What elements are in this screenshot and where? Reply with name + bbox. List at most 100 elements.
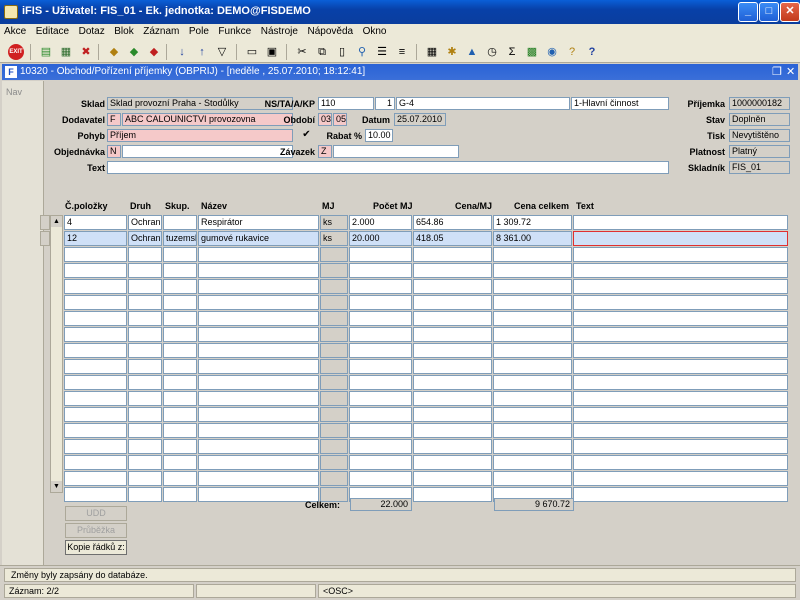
cell-pocet[interactable] — [349, 247, 412, 262]
close-button[interactable]: ✕ — [780, 2, 800, 22]
tools-icon[interactable]: ✱ — [444, 44, 460, 60]
cell-mj[interactable] — [320, 359, 348, 374]
cell-nazev[interactable] — [198, 487, 319, 502]
ns-field[interactable]: 110 — [318, 97, 374, 110]
cell-mj[interactable] — [320, 455, 348, 470]
cell-cena-mj[interactable] — [413, 263, 492, 278]
cell-skup[interactable] — [163, 471, 197, 486]
cell-skup[interactable] — [163, 455, 197, 470]
cell-cena-mj[interactable] — [413, 375, 492, 390]
cut-icon[interactable]: ✂ — [294, 44, 310, 60]
cell-pocet[interactable] — [349, 359, 412, 374]
cell-mj[interactable] — [320, 407, 348, 422]
cell-skup[interactable] — [163, 423, 197, 438]
cell-cislo[interactable]: 12 — [64, 231, 127, 246]
cell-skup[interactable] — [163, 439, 197, 454]
menu-blok[interactable]: Blok — [110, 24, 136, 37]
scroll-up-icon[interactable]: ▲ — [51, 216, 62, 227]
cell-cena-celkem[interactable] — [493, 391, 572, 406]
menu-nastroje[interactable]: Nástroje — [257, 24, 301, 37]
cell-cislo[interactable] — [64, 263, 127, 278]
cell-skup[interactable]: tuzemsk — [163, 231, 197, 246]
udd-button[interactable]: UDD — [65, 506, 127, 521]
cell-druh[interactable]: Ochranr — [128, 215, 162, 230]
cell-cena-celkem[interactable] — [493, 311, 572, 326]
cell-pocet[interactable] — [349, 455, 412, 470]
prijemka-field[interactable]: 1000000182 — [729, 97, 790, 110]
cell-nazev[interactable] — [198, 247, 319, 262]
cell-nazev[interactable] — [198, 407, 319, 422]
cell-cislo[interactable] — [64, 439, 127, 454]
cell-cena-celkem[interactable] — [493, 279, 572, 294]
cell-text[interactable] — [573, 247, 788, 262]
cell-druh[interactable] — [128, 343, 162, 358]
tisk-field[interactable]: Nevytištěno — [729, 129, 790, 142]
delete-record-icon[interactable]: ✖ — [78, 44, 94, 60]
cell-cena-celkem[interactable] — [493, 247, 572, 262]
cell-pocet[interactable] — [349, 327, 412, 342]
cell-cena-mj[interactable] — [413, 455, 492, 470]
cell-druh[interactable] — [128, 263, 162, 278]
platnost-field[interactable]: Platný — [729, 145, 790, 158]
cell-cislo[interactable] — [64, 487, 127, 502]
cell-cena-mj[interactable] — [413, 247, 492, 262]
cell-pocet[interactable] — [349, 471, 412, 486]
cell-cena-mj[interactable] — [413, 327, 492, 342]
cell-nazev[interactable] — [198, 311, 319, 326]
zavazek-field[interactable] — [333, 145, 459, 158]
insert-record-icon[interactable]: ▤ — [38, 44, 54, 60]
cell-cislo[interactable] — [64, 407, 127, 422]
cell-cislo[interactable] — [64, 471, 127, 486]
cell-mj[interactable] — [320, 423, 348, 438]
cell-cena-celkem[interactable] — [493, 343, 572, 358]
cell-nazev[interactable] — [198, 263, 319, 278]
menu-editace[interactable]: Editace — [32, 24, 72, 37]
scroll-down-icon[interactable]: ▼ — [51, 481, 62, 492]
cell-text[interactable] — [573, 423, 788, 438]
cell-nazev[interactable] — [198, 359, 319, 374]
cell-cena-mj[interactable]: 418.05 — [413, 231, 492, 246]
cell-skup[interactable] — [163, 295, 197, 310]
cell-druh[interactable] — [128, 455, 162, 470]
cell-skup[interactable] — [163, 407, 197, 422]
cell-skup[interactable] — [163, 391, 197, 406]
navigator-icon[interactable]: ▲ — [464, 44, 480, 60]
cell-skup[interactable] — [163, 279, 197, 294]
cell-pocet[interactable] — [349, 311, 412, 326]
cell-mj[interactable]: ks — [320, 215, 348, 230]
cell-mj[interactable] — [320, 311, 348, 326]
excel-icon[interactable]: ▩ — [524, 44, 540, 60]
row-marker[interactable] — [40, 215, 50, 230]
cell-text[interactable] — [573, 359, 788, 374]
cell-cislo[interactable] — [64, 423, 127, 438]
cell-cena-mj[interactable] — [413, 311, 492, 326]
cell-pocet[interactable] — [349, 439, 412, 454]
cell-cislo[interactable] — [64, 311, 127, 326]
calculator-icon[interactable]: ▦ — [424, 44, 440, 60]
cell-text[interactable] — [573, 263, 788, 278]
cell-druh[interactable] — [128, 471, 162, 486]
cell-cena-mj[interactable] — [413, 343, 492, 358]
sort-desc-icon[interactable]: ↑ — [194, 44, 210, 60]
cell-cena-celkem[interactable]: 1 309.72 — [493, 215, 572, 230]
cell-nazev[interactable] — [198, 391, 319, 406]
sum-icon[interactable]: Σ — [504, 44, 520, 60]
menu-dotaz[interactable]: Dotaz — [75, 24, 108, 37]
cell-pocet[interactable] — [349, 343, 412, 358]
search-icon[interactable]: ⚲ — [354, 44, 370, 60]
cell-druh[interactable] — [128, 327, 162, 342]
cell-druh[interactable] — [128, 359, 162, 374]
cell-mj[interactable]: ks — [320, 231, 348, 246]
cell-nazev[interactable] — [198, 439, 319, 454]
cell-cislo[interactable] — [64, 343, 127, 358]
edit-text-icon[interactable]: ≡ — [394, 44, 410, 60]
cell-cena-mj[interactable] — [413, 279, 492, 294]
cell-cislo[interactable] — [64, 375, 127, 390]
cell-cislo[interactable] — [64, 247, 127, 262]
row-marker[interactable] — [40, 231, 50, 246]
cell-cislo[interactable] — [64, 279, 127, 294]
cell-cena-celkem[interactable] — [493, 471, 572, 486]
cell-nazev[interactable] — [198, 279, 319, 294]
cell-skup[interactable] — [163, 311, 197, 326]
cell-text[interactable] — [573, 215, 788, 230]
